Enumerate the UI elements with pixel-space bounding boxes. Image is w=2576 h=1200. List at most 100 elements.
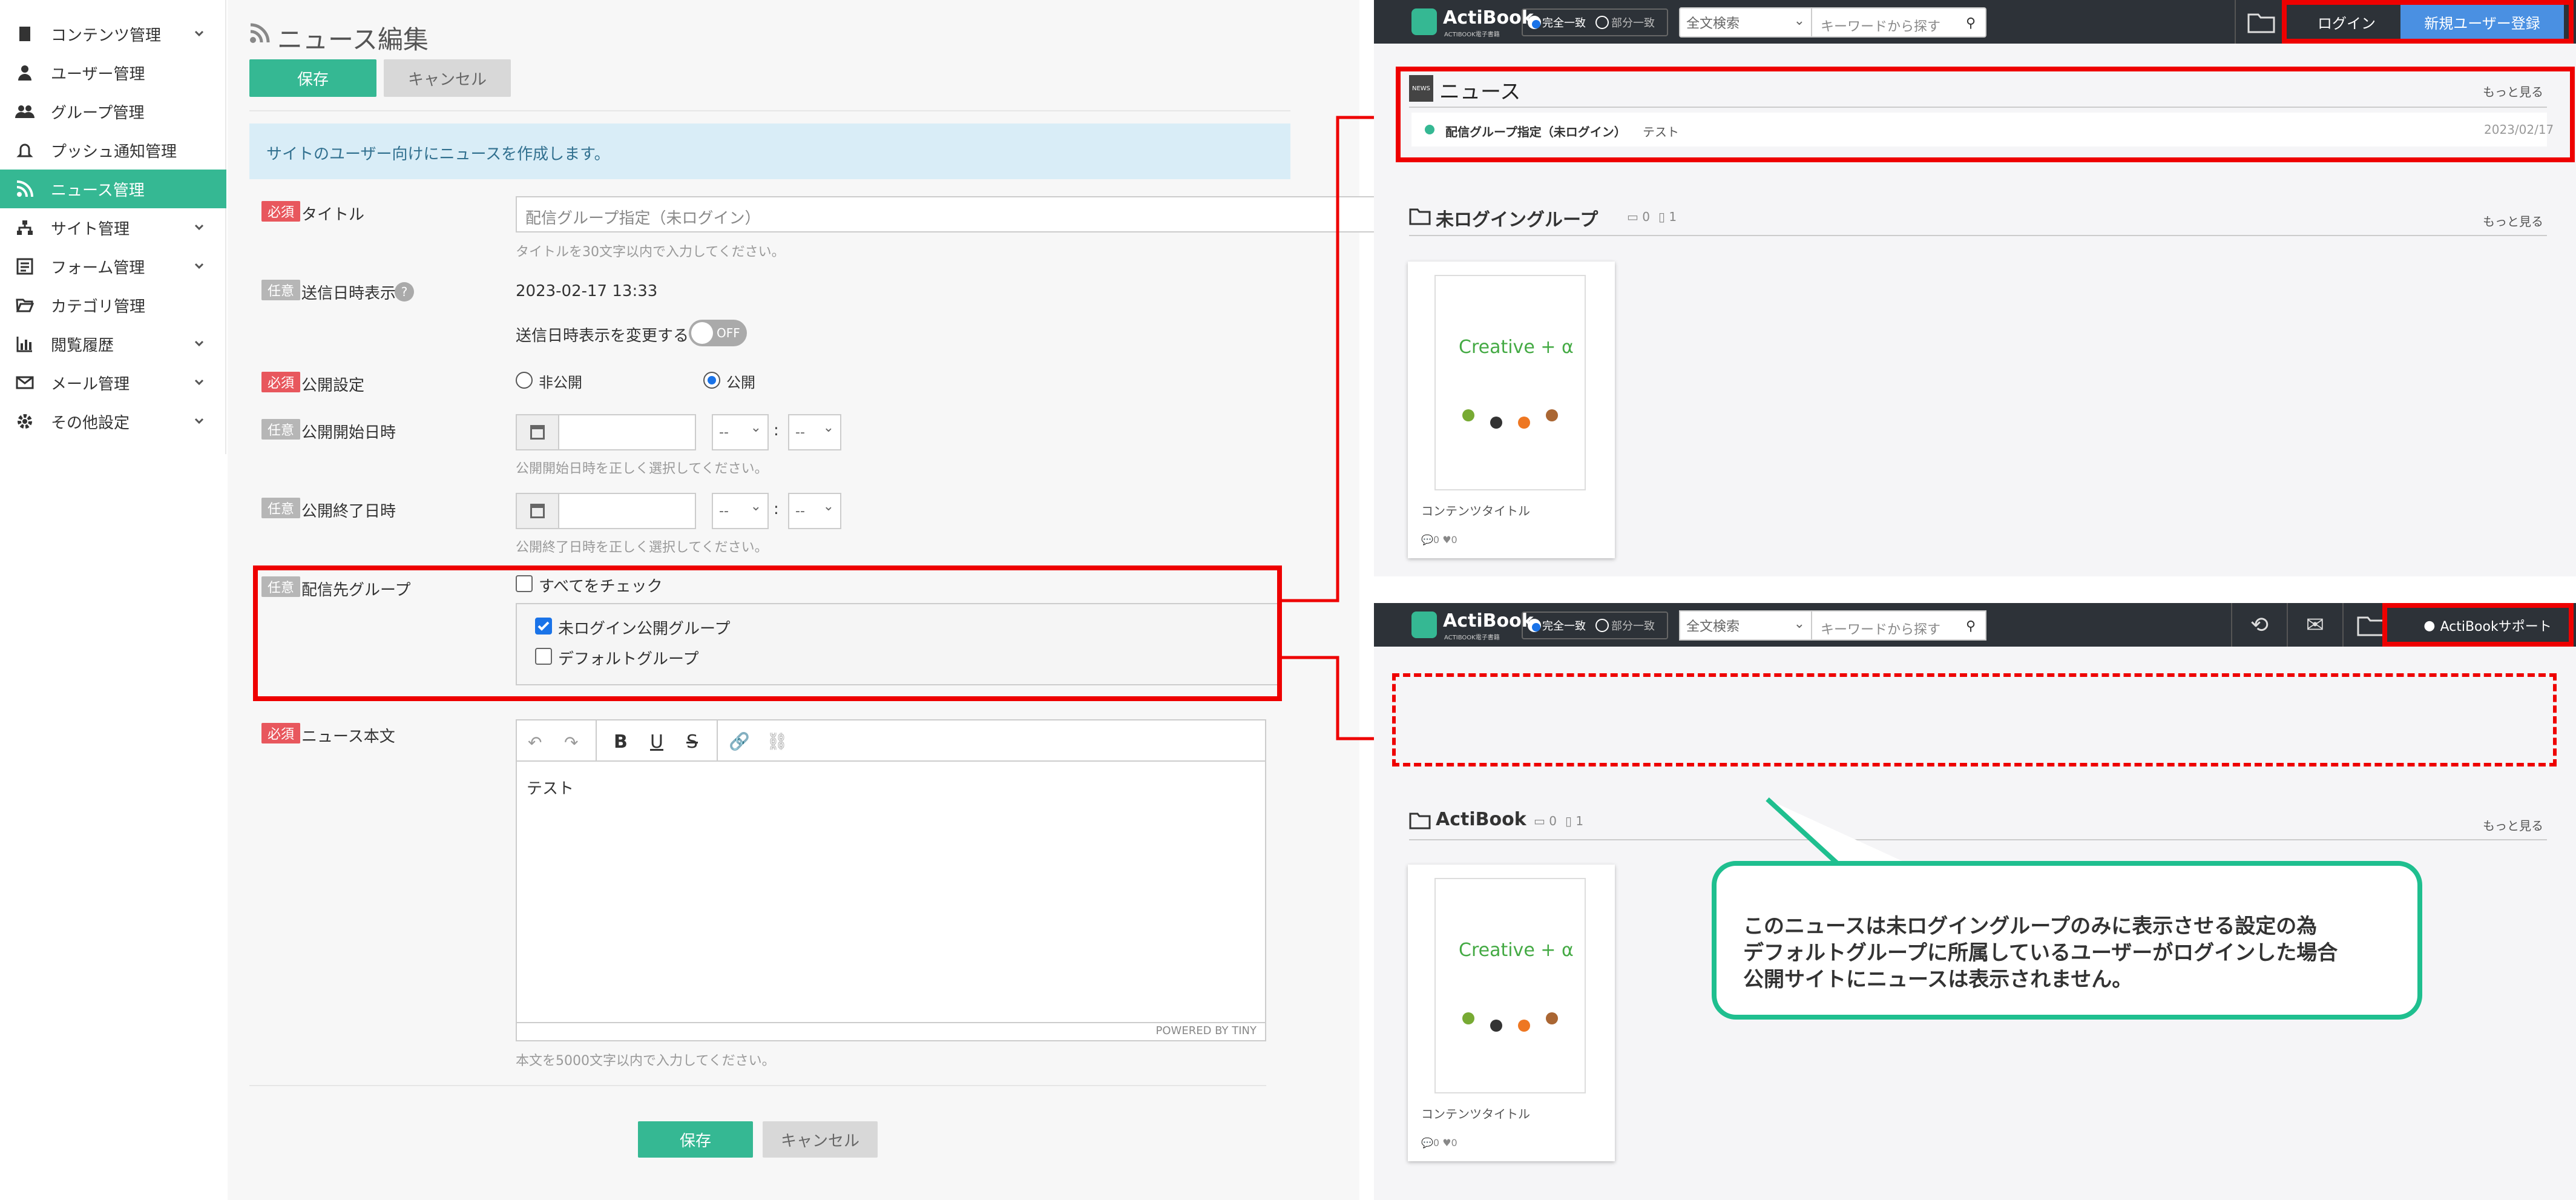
radio-private[interactable] <box>516 372 533 389</box>
match-exact-radio[interactable] <box>1528 16 1541 29</box>
chevron-down-icon[interactable] <box>191 335 207 351</box>
search-scope-select[interactable]: 全文検索 <box>1679 610 1812 641</box>
highlight-user <box>2382 603 2574 647</box>
highlight-groups <box>253 565 1282 701</box>
history-icon[interactable]: ⟲ <box>2231 603 2287 647</box>
sidebar-item-2[interactable]: グループ管理 <box>0 92 226 131</box>
callout-line: このニュースは未ログイングループのみに表示させる設定の為 <box>1743 914 2318 938</box>
match-partial-radio[interactable] <box>1595 16 1609 29</box>
required-badge: 必須 <box>261 723 301 743</box>
sidebar-item-7[interactable]: カテゴリ管理 <box>0 286 226 325</box>
match-partial-radio[interactable] <box>1595 619 1609 632</box>
underline-icon[interactable]: U <box>650 731 663 753</box>
rss-icon <box>15 179 35 199</box>
cancel-button-bottom[interactable]: キャンセル <box>763 1121 878 1158</box>
mail-icon <box>15 372 35 393</box>
send-datetime-toggle[interactable]: OFF <box>689 320 747 346</box>
link-icon[interactable]: 🔗 <box>729 731 750 751</box>
search-icon[interactable]: ⚲ <box>1966 16 1976 31</box>
required-badge: 必須 <box>261 201 301 222</box>
sidebar-item-label: カテゴリ管理 <box>51 297 146 316</box>
sidebar-item-1[interactable]: ユーザー管理 <box>0 53 226 92</box>
publish-end-hour-select[interactable]: -- <box>712 493 769 529</box>
actibook-logo-icon <box>1411 8 1437 35</box>
sidebar-item-label: 閲覧履歴 <box>51 336 114 355</box>
search-input[interactable]: キーワードから探す ⚲ <box>1811 7 1986 38</box>
sidebar-item-3[interactable]: プッシュ通知管理 <box>0 131 226 170</box>
publish-start-minute-select[interactable]: -- <box>788 414 841 450</box>
sidebar-item-label: メール管理 <box>51 375 130 394</box>
publish-start-date-input[interactable] <box>558 414 696 450</box>
search-icon[interactable]: ⚲ <box>1966 619 1976 634</box>
publish-start-help: 公開開始日時を正しく選択してください。 <box>516 461 768 476</box>
chevron-down-icon[interactable] <box>191 413 207 429</box>
help-icon[interactable]: ? <box>395 282 414 302</box>
group-name[interactable]: ActiBook <box>1436 809 1526 830</box>
strikethrough-icon[interactable]: S <box>686 731 698 753</box>
divider <box>249 110 1290 111</box>
toggle-state: OFF <box>717 326 740 340</box>
chevron-down-icon[interactable] <box>191 258 207 274</box>
sidebar-item-5[interactable]: サイト管理 <box>0 208 226 247</box>
folder-icon[interactable] <box>2233 0 2289 44</box>
rss-icon <box>249 23 270 44</box>
brand-name: ActiBook <box>1443 7 1534 28</box>
callout-line: 公開サイトにニュースは表示されません。 <box>1743 968 2133 992</box>
publish-end-date-input[interactable] <box>558 493 696 529</box>
match-exact-radio[interactable] <box>1528 619 1541 632</box>
title-help: タイトルを30文字以内で入力してください。 <box>516 245 785 260</box>
cover-text: Creative + α <box>1459 337 1574 358</box>
undo-icon[interactable]: ↶ <box>528 733 542 753</box>
publish-label: 公開設定 <box>301 377 365 395</box>
highlight-login <box>2282 0 2574 44</box>
form-icon <box>15 256 35 277</box>
sidebar-item-label: サイト管理 <box>51 220 130 239</box>
save-button-top[interactable]: 保存 <box>249 59 376 97</box>
unlink-icon[interactable]: ⛓ <box>766 731 788 751</box>
chevron-down-icon[interactable] <box>191 219 207 235</box>
brand-sub: ACTIBOOK電子書籍 <box>1444 635 1500 641</box>
rich-text-editor[interactable]: ↶ ↷ B U S 🔗 ⛓ テスト POWERED BY TINY <box>516 719 1266 1041</box>
match-exact-label: 完全一致 <box>1542 620 1586 633</box>
group-name[interactable]: 未ログイングループ <box>1436 205 1598 231</box>
optional-badge: 任意 <box>261 280 301 300</box>
search-input[interactable]: キーワードから探す ⚲ <box>1811 610 1986 641</box>
more-link[interactable]: もっと見る <box>2483 816 2543 834</box>
optional-badge: 任意 <box>261 498 301 518</box>
body-label: ニュース本文 <box>301 728 395 746</box>
publish-end-minute-select[interactable]: -- <box>788 493 841 529</box>
save-button-bottom[interactable]: 保存 <box>638 1121 753 1158</box>
sidebar-item-4[interactable]: ニュース管理 <box>0 170 226 208</box>
public-site-guest: ActiBook ACTIBOOK電子書籍 完全一致 部分一致 全文検索 キーワ… <box>1374 0 2576 576</box>
callout-line: デフォルトグループに所属しているユーザーがログインした場合 <box>1743 941 2338 965</box>
match-partial-label: 部分一致 <box>1611 620 1655 633</box>
sidebar-item-8[interactable]: 閲覧履歴 <box>0 325 226 363</box>
brand-sub: ACTIBOOK電子書籍 <box>1444 31 1500 38</box>
content-card[interactable]: Creative + α コンテンツタイトル 💬0 ♥0 <box>1408 262 1615 558</box>
sidebar-item-6[interactable]: フォーム管理 <box>0 247 226 286</box>
divider <box>1409 235 2547 236</box>
callout-pointer <box>1766 797 1913 868</box>
cancel-button-top[interactable]: キャンセル <box>384 59 511 97</box>
content-card[interactable]: Creative + α コンテンツタイトル 💬0 ♥0 <box>1408 865 1615 1161</box>
publish-start-hour-select[interactable]: -- <box>712 414 769 450</box>
chevron-down-icon[interactable] <box>191 374 207 390</box>
calendar-icon[interactable] <box>516 414 559 450</box>
time-separator: : <box>774 500 779 518</box>
sidebar-item-10[interactable]: その他設定 <box>0 402 226 441</box>
redo-icon[interactable]: ↷ <box>564 733 578 753</box>
radio-public[interactable] <box>703 372 720 389</box>
title-label: タイトル <box>301 206 365 224</box>
comment-count: 💬0 ♥0 <box>1421 1137 1457 1149</box>
sidebar-item-0[interactable]: コンテンツ管理 <box>0 15 226 53</box>
search-scope-select[interactable]: 全文検索 <box>1679 7 1812 38</box>
bold-icon[interactable]: B <box>614 731 628 753</box>
powered-by: POWERED BY TINY <box>1155 1024 1257 1037</box>
more-link[interactable]: もっと見る <box>2483 212 2543 229</box>
sidebar-item-9[interactable]: メール管理 <box>0 363 226 402</box>
calendar-icon[interactable] <box>516 493 559 529</box>
editor-content[interactable]: テスト <box>527 776 574 799</box>
info-text: サイトのユーザー向けにニュースを作成します。 <box>266 145 610 163</box>
mail-icon[interactable]: ✉ <box>2287 603 2342 647</box>
chevron-down-icon[interactable] <box>191 25 207 41</box>
